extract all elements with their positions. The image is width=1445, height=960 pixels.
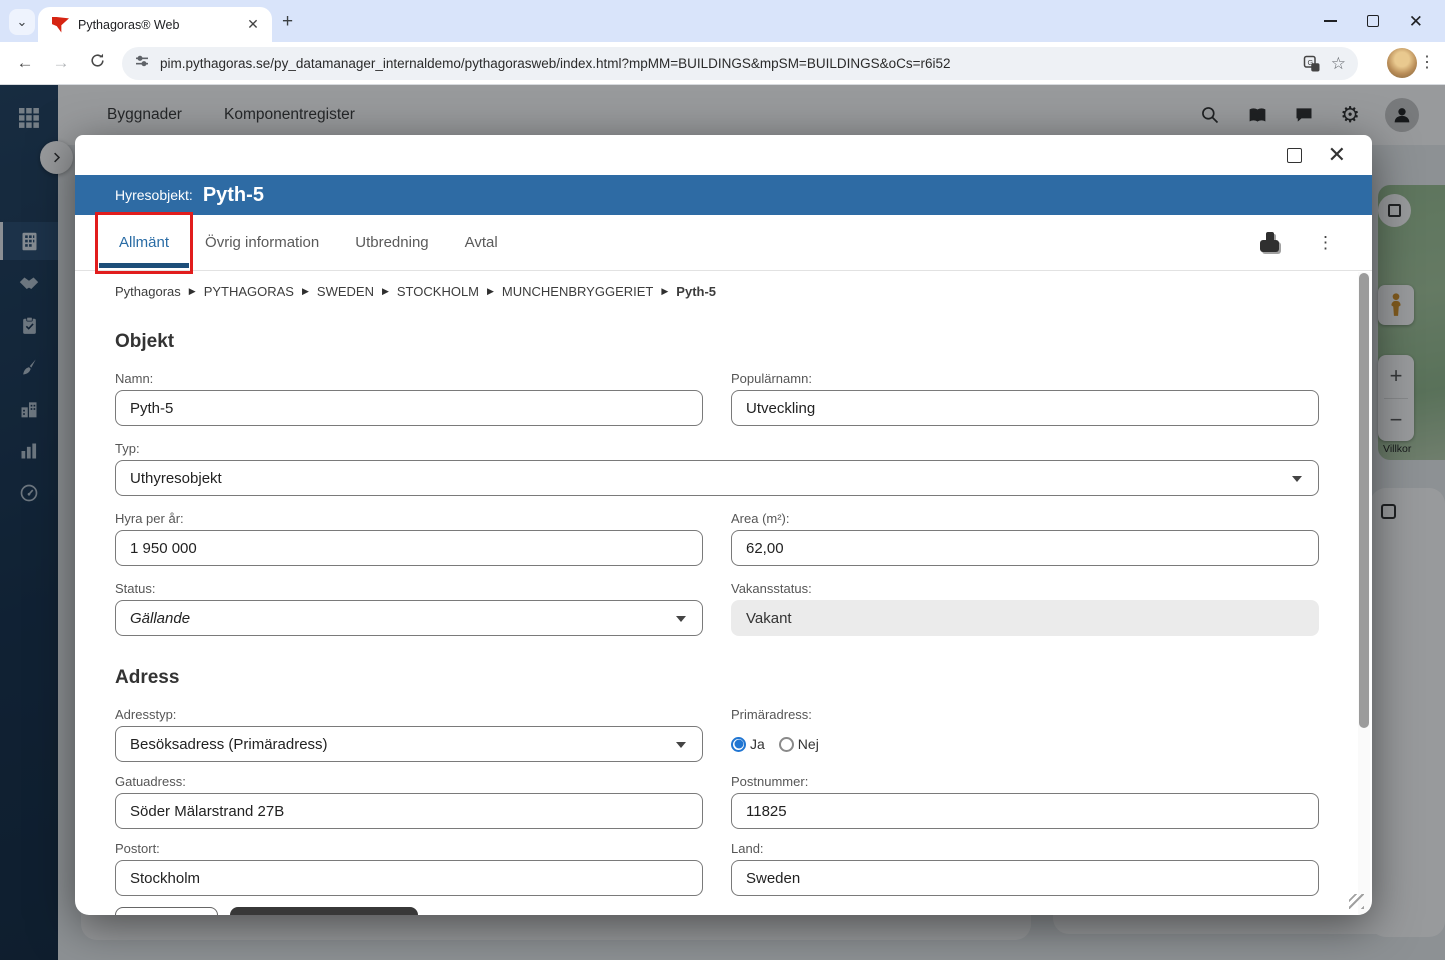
maximize-icon[interactable] [1367, 15, 1379, 27]
chevron-down-icon [676, 742, 686, 748]
tab-title: Pythagoras® Web [78, 18, 244, 32]
hyra-label: Hyra per år: [115, 511, 703, 526]
dialog-resize-handle[interactable] [1349, 894, 1364, 909]
browser-menu-icon[interactable]: ⋮ [1419, 52, 1435, 72]
bookmark-star-icon[interactable]: ☆ [1331, 54, 1346, 74]
status-label: Status: [115, 581, 703, 596]
primaradress-nej-radio[interactable]: Nej [779, 736, 819, 752]
breadcrumb: Pythagoras ▶ PYTHAGORAS ▶ SWEDEN ▶ STOCKHOL… [115, 284, 1358, 299]
dialog-header: Hyresobjekt: Pyth-5 [75, 175, 1372, 215]
typ-select[interactable]: Uthyresobjekt [115, 460, 1319, 496]
tab-ovrig-information[interactable]: Övrig information [205, 234, 319, 251]
postort-field[interactable]: Stockholm [115, 860, 703, 896]
breadcrumb-item[interactable]: SWEDEN [317, 284, 374, 299]
popularnamn-label: Populärnamn: [731, 371, 1319, 386]
postort-label: Postort: [115, 841, 703, 856]
hyra-field[interactable]: 1 950 000 [115, 530, 703, 566]
scrollbar-thumb[interactable] [1359, 273, 1369, 728]
browser-window: ⌄ Pythagoras® Web ✕ + ✕ ← → pim.pythagor… [0, 0, 1445, 960]
site-settings-icon[interactable] [134, 53, 150, 74]
status-select[interactable]: Gällande [115, 600, 703, 636]
reload-icon[interactable] [86, 52, 108, 74]
section-heading-objekt: Objekt [115, 331, 1358, 353]
annotation-highlight-box [95, 212, 193, 274]
breadcrumb-arrow-icon: ▶ [487, 286, 494, 297]
breadcrumb-arrow-icon: ▶ [661, 286, 668, 297]
gatuadress-field[interactable]: Söder Mälarstrand 27B [115, 793, 703, 829]
dialog-tabbar: Allmänt Övrig information Utbredning Avt… [75, 215, 1372, 271]
breadcrumb-item-current: Pyth-5 [676, 284, 716, 299]
primaradress-label: Primäradress: [731, 707, 1319, 722]
postnummer-label: Postnummer: [731, 774, 1319, 789]
translate-icon[interactable]: G [1303, 55, 1321, 73]
area-field[interactable]: 62,00 [731, 530, 1319, 566]
new-tab-button[interactable]: + [282, 11, 293, 33]
dialog-title-prefix: Hyresobjekt: [115, 187, 193, 203]
profile-avatar[interactable] [1387, 48, 1417, 78]
breadcrumb-item[interactable]: PYTHAGORAS [204, 284, 294, 299]
back-icon[interactable]: ← [14, 53, 36, 73]
postnummer-field[interactable]: 11825 [731, 793, 1319, 829]
tab-avtal[interactable]: Avtal [465, 234, 498, 251]
chevron-down-icon [676, 616, 686, 622]
footer-primary-button[interactable] [230, 907, 418, 915]
breadcrumb-item[interactable]: Pythagoras [115, 284, 181, 299]
close-icon[interactable]: ✕ [1409, 13, 1423, 30]
dialog-maximize-icon[interactable] [1287, 148, 1302, 163]
popularnamn-field[interactable]: Utveckling [731, 390, 1319, 426]
dialog-scrollbar[interactable] [1358, 272, 1370, 915]
radio-selected-icon [731, 737, 746, 752]
gatuadress-label: Gatuadress: [115, 774, 703, 789]
area-label: Area (m²): [731, 511, 1319, 526]
land-label: Land: [731, 841, 1319, 856]
adresstyp-select[interactable]: Besöksadress (Primäradress) [115, 726, 703, 762]
typ-label: Typ: [115, 441, 1319, 456]
tab-search-button[interactable]: ⌄ [9, 9, 35, 35]
forward-icon[interactable]: → [50, 53, 72, 73]
dialog-close-icon[interactable]: ✕ [1328, 144, 1346, 166]
breadcrumb-arrow-icon: ▶ [189, 286, 196, 297]
dialog-body: Pythagoras ▶ PYTHAGORAS ▶ SWEDEN ▶ STOCKHOL… [75, 272, 1358, 915]
chevron-down-icon [1292, 476, 1302, 482]
browser-tabstrip: ⌄ Pythagoras® Web ✕ + ✕ [0, 0, 1445, 42]
breadcrumb-arrow-icon: ▶ [382, 286, 389, 297]
url-text: pim.pythagoras.se/py_datamanager_interna… [160, 56, 1293, 71]
pythagoras-favicon [52, 17, 69, 33]
section-heading-adress: Adress [115, 667, 1358, 689]
tab-close-icon[interactable]: ✕ [244, 16, 262, 34]
app-viewport: Byggnader Komponentregister ⚙ [0, 85, 1445, 960]
primaradress-ja-radio[interactable]: Ja [731, 736, 765, 752]
dialog-titlebar: ✕ [75, 135, 1372, 175]
browser-tab[interactable]: Pythagoras® Web ✕ [38, 7, 272, 42]
adresstyp-label: Adresstyp: [115, 707, 703, 722]
footer-secondary-button[interactable] [115, 907, 218, 915]
minimize-icon[interactable] [1324, 20, 1337, 22]
namn-field[interactable]: Pyth-5 [115, 390, 703, 426]
radio-unselected-icon [779, 737, 794, 752]
breadcrumb-arrow-icon: ▶ [302, 286, 309, 297]
vakansstatus-field: Vakant [731, 600, 1319, 636]
dialog-menu-icon[interactable]: ⋮ [1317, 233, 1334, 253]
dialog-title: Pyth-5 [203, 184, 264, 207]
land-field[interactable]: Sweden [731, 860, 1319, 896]
breadcrumb-item[interactable]: MUNCHENBRYGGERIET [502, 284, 653, 299]
url-bar[interactable]: pim.pythagoras.se/py_datamanager_interna… [122, 47, 1358, 80]
vakansstatus-label: Vakansstatus: [731, 581, 1319, 596]
hyresobjekt-dialog: ✕ Hyresobjekt: Pyth-5 Allmänt Övrig info… [75, 135, 1372, 915]
namn-label: Namn: [115, 371, 703, 386]
stamp-icon[interactable] [1259, 232, 1281, 254]
breadcrumb-item[interactable]: STOCKHOLM [397, 284, 479, 299]
window-controls: ✕ [1324, 0, 1445, 42]
tab-utbredning[interactable]: Utbredning [355, 234, 428, 251]
